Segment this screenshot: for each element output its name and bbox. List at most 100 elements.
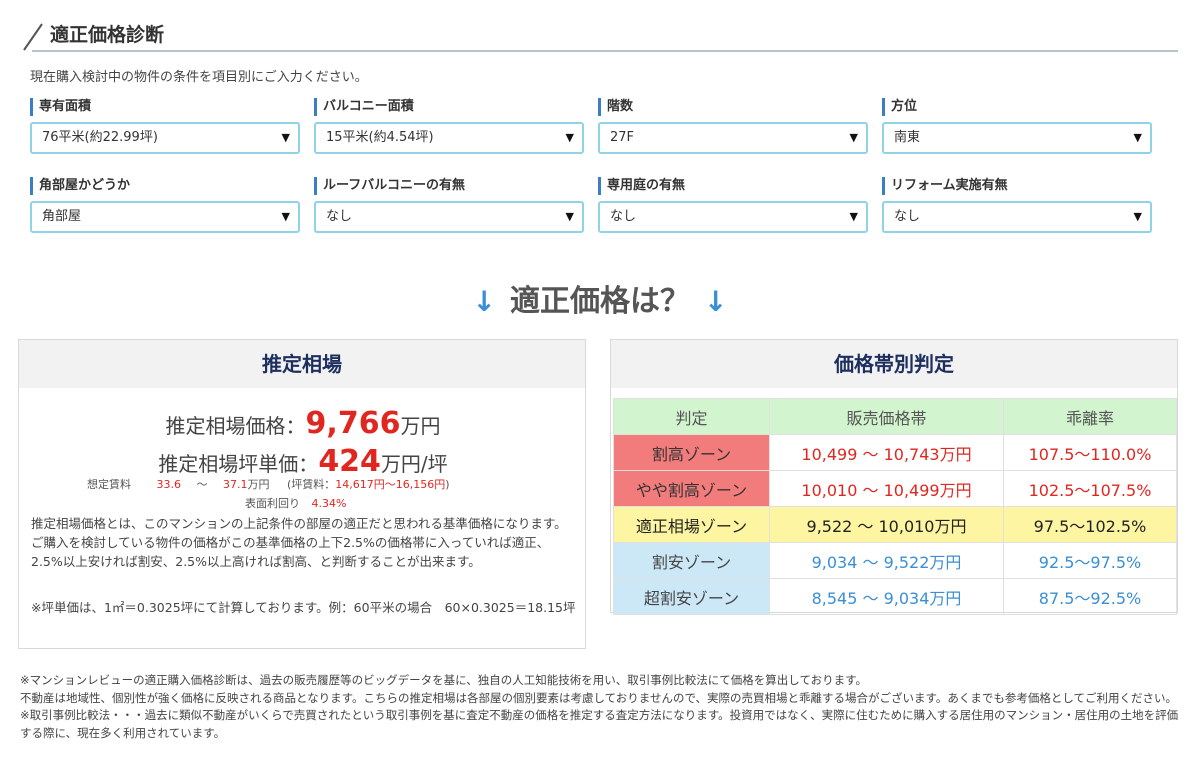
footer-note: ※取引事例比較法・・・過去に類似不動産がいくらで売買されたという取引事例を基に査… bbox=[20, 708, 1179, 740]
zone-range: 9,034 ～ 9,522万円 bbox=[769, 542, 1004, 579]
estimated-tsubo-price: 推定相場坪単価：424万円/坪 bbox=[19, 444, 587, 479]
field-label: 専用庭の有無 bbox=[598, 177, 868, 195]
zone-rate: 102.5～107.5% bbox=[1003, 470, 1177, 507]
rent-unit: 万円 bbox=[247, 478, 270, 491]
zone-range: 8,545 ～ 9,034万円 bbox=[769, 578, 1004, 615]
select-value: 15平米(約4.54坪) bbox=[326, 130, 434, 145]
field-floor: 階数 27F ▼ bbox=[598, 98, 868, 154]
zone-rate: 92.5～97.5% bbox=[1003, 542, 1177, 579]
zone-rate: 107.5～110.0% bbox=[1003, 434, 1177, 471]
footer-note: 不動産は地域性、個別性が強く価格に反映される商品となります。こちらの推定相場は各… bbox=[20, 690, 1178, 705]
field-balcony-area: バルコニー面積 15平米(約4.54坪) ▼ bbox=[314, 98, 584, 154]
rent-tsubo-prefix: (坪賃料： bbox=[287, 478, 336, 491]
arrow-down-icon: ↓ bbox=[472, 285, 496, 318]
slash-decoration-icon bbox=[23, 23, 43, 51]
tsubo-price-value: 424 bbox=[318, 444, 381, 479]
estimate-panel: 推定相場 推定相場価格：9,766万円 推定相場坪単価：424万円/坪 想定賃料… bbox=[18, 339, 586, 649]
select-value: 角部屋 bbox=[42, 209, 82, 224]
field-label: 階数 bbox=[598, 98, 868, 116]
field-direction: 方位 南東 ▼ bbox=[882, 98, 1152, 154]
header-price-range: 販売価格帯 bbox=[769, 398, 1004, 435]
field-private-garden: 専用庭の有無 なし ▼ bbox=[598, 177, 868, 233]
price-zone-panel: 価格帯別判定 判定 販売価格帯 乖離率 割高ゾーン 10,499 ～ 10,74… bbox=[610, 339, 1178, 615]
zone-range: 10,499 ～ 10,743万円 bbox=[769, 434, 1004, 471]
select-value: なし bbox=[326, 209, 353, 224]
field-reform: リフォーム実施有無 なし ▼ bbox=[882, 177, 1152, 233]
zone-range: 10,010 ～ 10,499万円 bbox=[769, 470, 1004, 507]
fair-price-question: ↓ 適正価格は？ ↓ bbox=[0, 276, 1200, 320]
table-row: やや割高ゾーン 10,010 ～ 10,499万円 102.5～107.5% bbox=[613, 470, 1177, 507]
table-header-row: 判定 販売価格帯 乖離率 bbox=[613, 398, 1177, 435]
field-label: 角部屋かどうか bbox=[30, 177, 300, 195]
yield-label: 表面利回り bbox=[245, 497, 300, 510]
footer-notes: ※マンションレビューの適正購入価格診断は、過去の販売履歴等のビッグデータを基に、… bbox=[20, 672, 1180, 742]
price-zone-panel-title: 価格帯別判定 bbox=[611, 340, 1177, 388]
header-judgement: 判定 bbox=[613, 398, 770, 435]
chevron-down-icon: ▼ bbox=[1133, 210, 1142, 223]
select-value: 27F bbox=[610, 130, 635, 145]
estimated-price-value: 9,766 bbox=[305, 406, 401, 441]
field-label: ルーフバルコニーの有無 bbox=[314, 177, 584, 195]
page-title: 適正価格診断 bbox=[50, 24, 165, 46]
estimated-price: 推定相場価格：9,766万円 bbox=[19, 406, 587, 441]
chevron-down-icon: ▼ bbox=[281, 131, 290, 144]
zone-name: 適正相場ゾーン bbox=[613, 506, 770, 543]
field-floor-area: 専有面積 76平米(約22.99坪) ▼ bbox=[30, 98, 300, 154]
balcony-area-select[interactable]: 15平米(約4.54坪) ▼ bbox=[314, 122, 584, 154]
chevron-down-icon: ▼ bbox=[1133, 131, 1142, 144]
surface-yield: 表面利回り 4.34% bbox=[245, 495, 346, 511]
field-label: 方位 bbox=[882, 98, 1152, 116]
select-value: 76平米(約22.99坪) bbox=[42, 130, 158, 145]
rent-label: 想定賃料 bbox=[87, 478, 131, 491]
assumed-rent: 想定賃料 33.6 ～ 37.1万円 (坪賃料：14,617円～16,156円) bbox=[87, 476, 450, 492]
roof-balcony-select[interactable]: なし ▼ bbox=[314, 201, 584, 233]
zone-range: 9,522 ～ 10,010万円 bbox=[769, 506, 1004, 543]
table-row: 割安ゾーン 9,034 ～ 9,522万円 92.5～97.5% bbox=[613, 542, 1177, 579]
select-value: 南東 bbox=[894, 130, 921, 145]
select-value: なし bbox=[894, 209, 921, 224]
field-label: 専有面積 bbox=[30, 98, 300, 116]
table-row: 適正相場ゾーン 9,522 ～ 10,010万円 97.5～102.5% bbox=[613, 506, 1177, 543]
table-row: 超割安ゾーン 8,545 ～ 9,034万円 87.5～92.5% bbox=[613, 578, 1177, 615]
price-zone-table: 判定 販売価格帯 乖離率 割高ゾーン 10,499 ～ 10,743万円 107… bbox=[613, 398, 1177, 615]
rent-min: 33.6 bbox=[156, 478, 182, 491]
chevron-down-icon: ▼ bbox=[849, 210, 858, 223]
yield-value: 4.34% bbox=[311, 497, 347, 510]
rent-tsubo-value: 14,617円～16,156円 bbox=[335, 478, 446, 491]
field-corner-room: 角部屋かどうか 角部屋 ▼ bbox=[30, 177, 300, 233]
table-row: 割高ゾーン 10,499 ～ 10,743万円 107.5～110.0% bbox=[613, 434, 1177, 471]
reform-select[interactable]: なし ▼ bbox=[882, 201, 1152, 233]
floor-area-select[interactable]: 76平米(約22.99坪) ▼ bbox=[30, 122, 300, 154]
floor-select[interactable]: 27F ▼ bbox=[598, 122, 868, 154]
rent-max: 37.1 bbox=[223, 478, 248, 491]
estimate-panel-title: 推定相場 bbox=[19, 340, 585, 388]
estimated-price-label: 推定相場価格： bbox=[165, 414, 306, 438]
private-garden-select[interactable]: なし ▼ bbox=[598, 201, 868, 233]
chevron-down-icon: ▼ bbox=[281, 210, 290, 223]
field-roof-balcony: ルーフバルコニーの有無 なし ▼ bbox=[314, 177, 584, 233]
arrow-down-icon: ↓ bbox=[704, 285, 728, 318]
zone-name: やや割高ゾーン bbox=[613, 470, 770, 507]
footer-note: ※マンションレビューの適正購入価格診断は、過去の販売履歴等のビッグデータを基に、… bbox=[20, 673, 867, 687]
rent-tsubo-suffix: ) bbox=[445, 478, 450, 491]
tsubo-note: ※坪単価は、1㎡＝0.3025坪にて計算しております。例：60平米の場合 60×… bbox=[31, 600, 576, 615]
chevron-down-icon: ▼ bbox=[565, 131, 574, 144]
field-label: リフォーム実施有無 bbox=[882, 177, 1152, 195]
chevron-down-icon: ▼ bbox=[565, 210, 574, 223]
zone-name: 割高ゾーン bbox=[613, 434, 770, 471]
chevron-down-icon: ▼ bbox=[849, 131, 858, 144]
rent-separator: ～ bbox=[196, 478, 208, 491]
tsubo-price-unit: 万円/坪 bbox=[380, 452, 448, 476]
direction-select[interactable]: 南東 ▼ bbox=[882, 122, 1152, 154]
header-divider bbox=[32, 50, 1178, 52]
zone-rate: 87.5～92.5% bbox=[1003, 578, 1177, 615]
section-header: 適正価格診断 bbox=[18, 14, 1178, 52]
question-text: 適正価格は？ bbox=[510, 284, 690, 319]
header-deviation-rate: 乖離率 bbox=[1003, 398, 1177, 435]
estimated-price-unit: 万円 bbox=[400, 414, 441, 438]
intro-text: 現在購入検討中の物件の条件を項目別にご入力ください。 bbox=[30, 70, 368, 85]
zone-rate: 97.5～102.5% bbox=[1003, 506, 1177, 543]
zone-name: 割安ゾーン bbox=[613, 542, 770, 579]
corner-room-select[interactable]: 角部屋 ▼ bbox=[30, 201, 300, 233]
tsubo-price-label: 推定相場坪単価： bbox=[158, 452, 319, 476]
